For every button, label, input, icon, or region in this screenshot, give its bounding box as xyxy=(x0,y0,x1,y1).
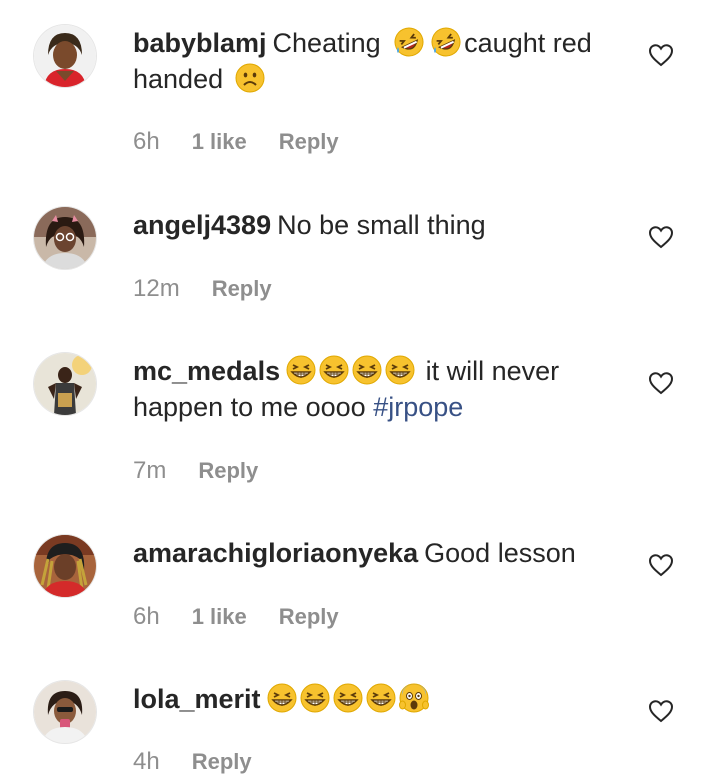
rofl-emoji-icon xyxy=(431,27,461,57)
timestamp: 6h xyxy=(133,603,160,630)
comment-body: No be small thing xyxy=(277,210,486,240)
likes-count[interactable]: 1 like xyxy=(192,604,247,630)
reply-button[interactable]: Reply xyxy=(279,604,339,630)
grinning-squinting-emoji-icon xyxy=(319,355,349,385)
reply-button[interactable]: Reply xyxy=(192,749,252,775)
comment-meta: 4h Reply xyxy=(133,748,284,776)
username[interactable]: babyblamj xyxy=(133,28,267,58)
avatar[interactable] xyxy=(34,535,96,597)
comment-meta: 7m Reply xyxy=(133,457,290,485)
avatar[interactable] xyxy=(34,353,96,415)
comment-body: handed xyxy=(133,64,224,94)
reply-button[interactable]: Reply xyxy=(279,129,339,155)
username[interactable]: amarachigloriaonyeka xyxy=(133,538,418,568)
avatar[interactable] xyxy=(34,681,96,743)
avatar[interactable] xyxy=(34,25,96,87)
grinning-squinting-emoji-icon xyxy=(333,683,363,713)
username[interactable]: angelj4389 xyxy=(133,210,271,240)
heart-outline-icon[interactable] xyxy=(648,699,674,723)
comment-text: babyblamj Cheating caught red handed xyxy=(133,25,633,97)
grinning-squinting-emoji-icon xyxy=(300,683,330,713)
heart-outline-icon[interactable] xyxy=(648,225,674,249)
grinning-squinting-emoji-icon xyxy=(352,355,382,385)
frowning-emoji-icon xyxy=(235,63,265,93)
avatar[interactable] xyxy=(34,207,96,269)
comment-body: Cheating xyxy=(272,28,381,58)
heart-outline-icon[interactable] xyxy=(648,43,674,67)
hashtag-link[interactable]: #jrpope xyxy=(373,392,463,422)
rofl-emoji-icon xyxy=(394,27,424,57)
comment-body: happen to me oooo xyxy=(133,392,366,422)
comment-text: angelj4389 No be small thing xyxy=(133,207,633,243)
heart-outline-icon[interactable] xyxy=(648,553,674,577)
comment-text: mc_medals it will never happen to me ooo… xyxy=(133,353,633,425)
screaming-emoji-icon xyxy=(399,683,429,713)
comment-meta: 6h 1 like Reply xyxy=(133,603,371,631)
grinning-squinting-emoji-icon xyxy=(366,683,396,713)
reply-button[interactable]: Reply xyxy=(198,458,258,484)
grinning-squinting-emoji-icon xyxy=(286,355,316,385)
comment-body: it will never xyxy=(425,356,560,386)
likes-count[interactable]: 1 like xyxy=(192,129,247,155)
timestamp: 12m xyxy=(133,275,180,302)
comment-text: amarachigloriaonyeka Good lesson xyxy=(133,535,633,571)
comment-text: lola_merit xyxy=(133,681,633,717)
reply-button[interactable]: Reply xyxy=(212,276,272,302)
heart-outline-icon[interactable] xyxy=(648,371,674,395)
timestamp: 6h xyxy=(133,128,160,155)
timestamp: 7m xyxy=(133,457,167,484)
grinning-squinting-emoji-icon xyxy=(385,355,415,385)
comment-meta: 12m Reply xyxy=(133,275,304,303)
username[interactable]: mc_medals xyxy=(133,356,280,386)
comment-body: caught red xyxy=(464,28,592,58)
comment-meta: 6h 1 like Reply xyxy=(133,128,371,156)
grinning-squinting-emoji-icon xyxy=(267,683,297,713)
username[interactable]: lola_merit xyxy=(133,684,261,714)
comment-body: Good lesson xyxy=(424,538,576,568)
timestamp: 4h xyxy=(133,748,160,775)
